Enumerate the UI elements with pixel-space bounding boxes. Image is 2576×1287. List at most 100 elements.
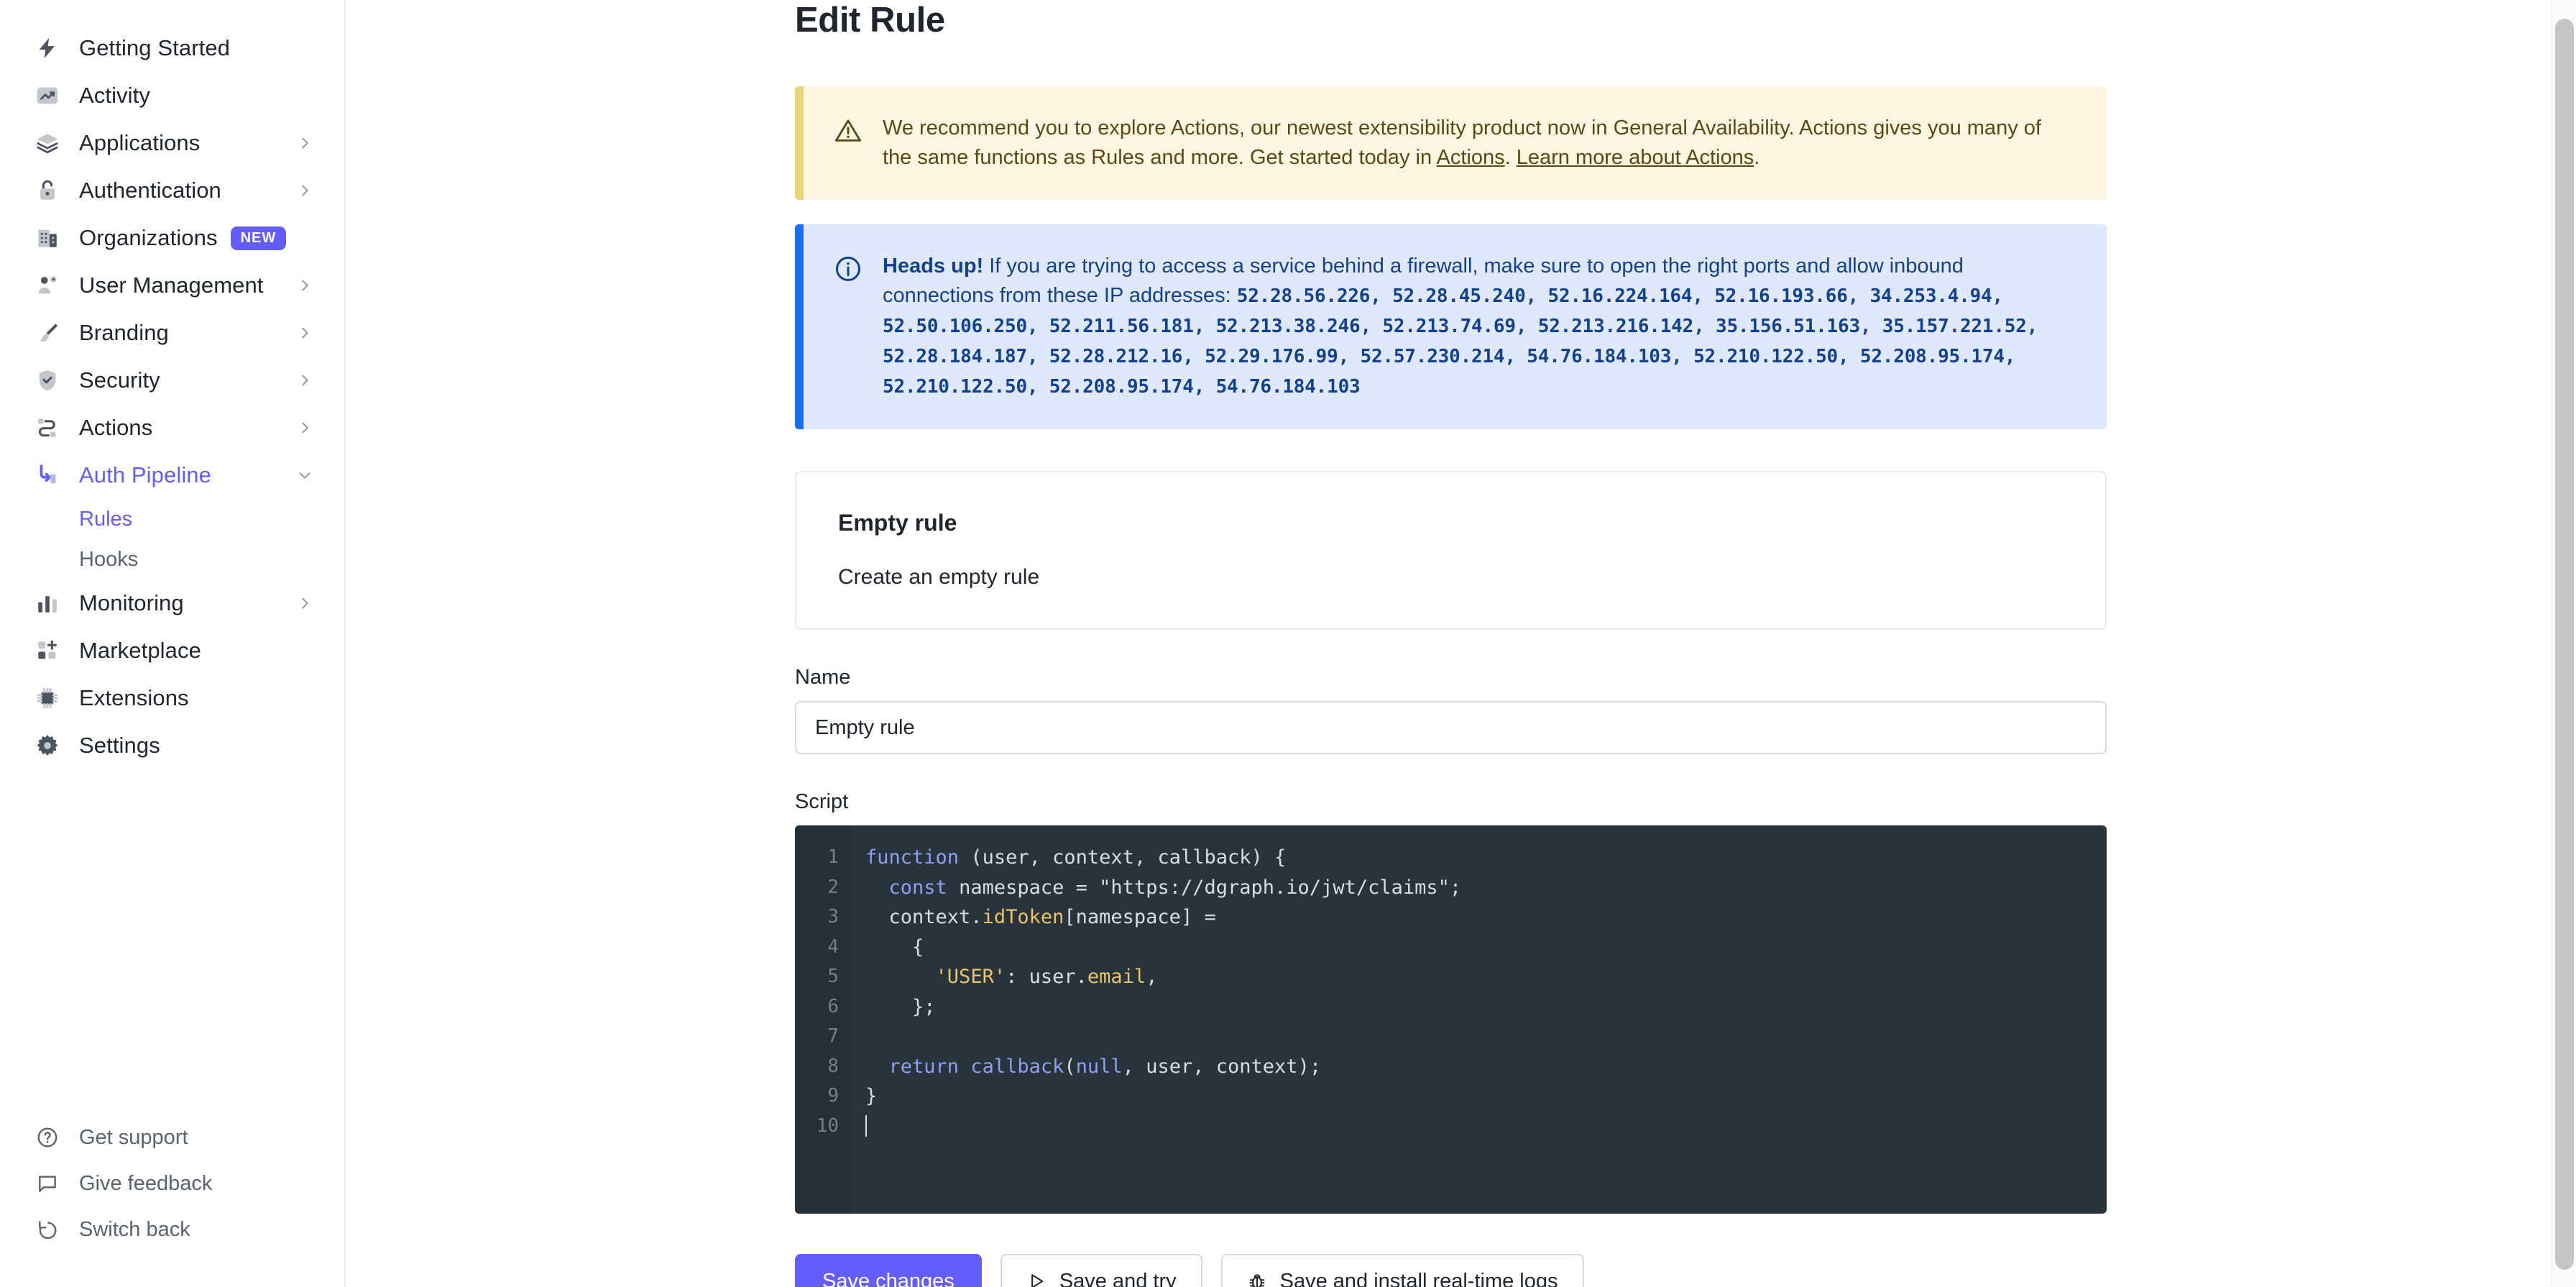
editor-line-number: 10: [795, 1112, 839, 1142]
sidebar-item-marketplace[interactable]: Marketplace: [0, 627, 344, 674]
sidebar-item-branding[interactable]: Branding: [0, 309, 344, 357]
banner-text-3: .: [1754, 146, 1760, 169]
editor-code-line: {: [865, 933, 2107, 963]
save-and-try-button[interactable]: Save and try: [1000, 1254, 1202, 1287]
rule-template-card[interactable]: Empty rule Create an empty rule: [795, 471, 2107, 630]
sidebar-item-label: Organizations: [79, 225, 218, 251]
bug-icon: [1247, 1271, 1267, 1287]
text-caret: [865, 1115, 867, 1137]
sidebar-item-user-management[interactable]: User Management: [0, 262, 344, 309]
sidebar-item-authentication[interactable]: Authentication: [0, 167, 344, 214]
save-and-install-logs-button[interactable]: Save and install real-time logs: [1221, 1254, 1584, 1287]
play-triangle-icon: [1026, 1271, 1046, 1287]
sidebar-item-switch-back[interactable]: Switch back: [0, 1206, 344, 1252]
editor-code-line: [865, 1112, 2107, 1142]
editor-code-line: };: [865, 992, 2107, 1022]
sidebar-subitem-label: Rules: [79, 508, 132, 531]
building-icon: [33, 224, 62, 252]
sidebar-item-applications[interactable]: Applications: [0, 119, 344, 167]
action-button-row: Save changes Save and try Save and insta…: [795, 1254, 2107, 1287]
shield-check-icon: [33, 366, 62, 395]
chevron-right-icon: [295, 276, 314, 295]
page-title: Edit Rule: [795, 0, 2107, 43]
banner-message: We recommend you to explore Actions, our…: [883, 114, 2074, 173]
editor-code-line: return callback(null, user, context);: [865, 1052, 2107, 1082]
sidebar: Getting Started Activity Applications Au…: [0, 0, 346, 1287]
sidebar-item-auth-pipeline[interactable]: Auth Pipeline: [0, 452, 344, 499]
editor-code-line: const namespace = "https://dgraph.io/jwt…: [865, 873, 2107, 903]
chevron-right-icon: [295, 594, 314, 613]
bolt-icon: [33, 34, 62, 63]
editor-code-line: context.idToken[namespace] =: [865, 902, 2107, 933]
chevron-right-icon: [295, 371, 314, 390]
script-code-editor[interactable]: 12345678910 function (user, context, cal…: [795, 825, 2107, 1214]
editor-line-number: 2: [795, 873, 839, 903]
layers-icon: [33, 129, 62, 157]
editor-line-number: 8: [795, 1052, 839, 1082]
grid-plus-icon: [33, 636, 62, 665]
scrollbar-thumb[interactable]: [2555, 19, 2574, 1270]
sidebar-item-label: Settings: [79, 733, 160, 759]
question-circle-icon: [33, 1123, 62, 1152]
sidebar-item-hooks[interactable]: Hooks: [0, 539, 344, 580]
sidebar-item-label: Extensions: [79, 685, 189, 711]
sidebar-item-give-feedback[interactable]: Give feedback: [0, 1160, 344, 1206]
main-content: Edit Rule We recommend you to explore Ac…: [346, 0, 2576, 1287]
name-input[interactable]: [795, 701, 2107, 754]
paintbrush-icon: [33, 319, 62, 347]
script-label: Script: [795, 790, 2107, 814]
banner-message: Heads up! If you are trying to access a …: [883, 252, 2074, 402]
save-and-install-label: Save and install real-time logs: [1280, 1270, 1558, 1287]
sidebar-item-label: Branding: [79, 320, 169, 346]
editor-line-number: 9: [795, 1081, 839, 1112]
editor-code-line: [865, 1022, 2107, 1052]
editor-line-number: 1: [795, 843, 839, 873]
actions-link[interactable]: Actions: [1437, 146, 1505, 169]
flow-icon: [33, 413, 62, 442]
sidebar-item-activity[interactable]: Activity: [0, 72, 344, 119]
sidebar-item-rules[interactable]: Rules: [0, 499, 344, 539]
page-scrollbar[interactable]: [2552, 0, 2576, 1287]
app-root: Getting Started Activity Applications Au…: [0, 0, 2576, 1287]
editor-code-line: function (user, context, callback) {: [865, 843, 2107, 873]
sidebar-footer: Get support Give feedback Switch back: [0, 1114, 344, 1252]
sidebar-item-getting-started[interactable]: Getting Started: [0, 24, 344, 72]
actions-recommendation-banner: We recommend you to explore Actions, our…: [795, 86, 2107, 200]
content-column: Edit Rule We recommend you to explore Ac…: [795, 0, 2107, 1287]
sidebar-footer-label: Give feedback: [79, 1172, 212, 1196]
rule-card-description: Create an empty rule: [838, 565, 2064, 590]
sidebar-footer-label: Get support: [79, 1126, 188, 1150]
sidebar-item-label: Activity: [79, 83, 150, 109]
sidebar-item-actions[interactable]: Actions: [0, 404, 344, 452]
warning-triangle-icon: [834, 114, 865, 149]
sidebar-item-label: Monitoring: [79, 590, 184, 616]
sidebar-item-label: User Management: [79, 272, 264, 298]
chat-bubble-icon: [33, 1169, 62, 1198]
editor-line-number: 4: [795, 933, 839, 963]
sidebar-item-organizations[interactable]: Organizations NEW: [0, 214, 344, 262]
status-badge: NEW: [231, 226, 287, 250]
save-changes-button[interactable]: Save changes: [795, 1254, 982, 1287]
sidebar-item-label: Applications: [79, 130, 200, 156]
sidebar-item-extensions[interactable]: Extensions: [0, 674, 344, 722]
editor-code-line: }: [865, 1081, 2107, 1112]
editor-line-numbers: 12345678910: [795, 825, 851, 1214]
chevron-right-icon: [295, 181, 314, 200]
sidebar-item-label: Getting Started: [79, 35, 230, 61]
banner-lead: Heads up!: [883, 255, 983, 278]
info-circle-icon: [834, 252, 865, 287]
learn-more-actions-link[interactable]: Learn more about Actions: [1517, 146, 1754, 169]
sidebar-item-get-support[interactable]: Get support: [0, 1114, 344, 1160]
gear-icon: [33, 731, 62, 760]
sidebar-subitem-label: Hooks: [79, 548, 138, 572]
editor-line-number: 7: [795, 1022, 839, 1052]
sidebar-item-label: Authentication: [79, 178, 221, 203]
editor-code-area[interactable]: function (user, context, callback) { con…: [851, 825, 2107, 1214]
chevron-down-icon: [295, 466, 314, 485]
save-and-try-label: Save and try: [1059, 1270, 1177, 1287]
sidebar-item-settings[interactable]: Settings: [0, 722, 344, 769]
bar-chart-icon: [33, 589, 62, 618]
sidebar-item-monitoring[interactable]: Monitoring: [0, 580, 344, 627]
chip-icon: [33, 684, 62, 713]
sidebar-item-security[interactable]: Security: [0, 357, 344, 404]
